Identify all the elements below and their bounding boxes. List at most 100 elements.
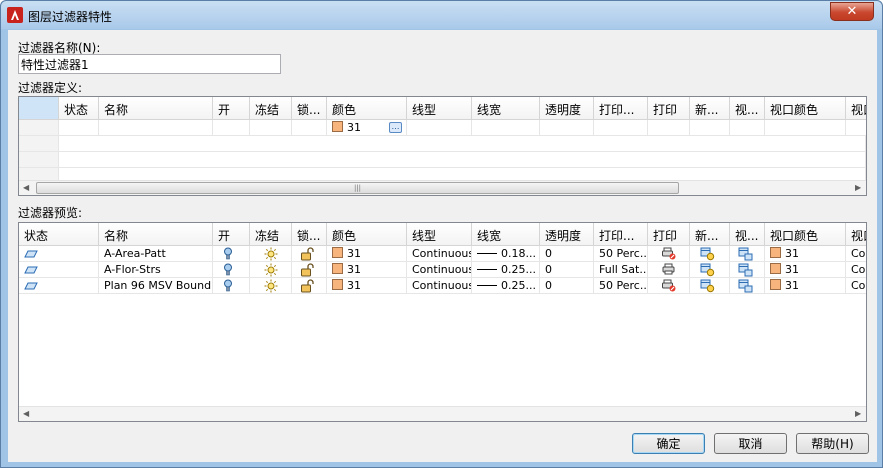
layer-vp-color-cell[interactable]: 31 xyxy=(765,262,846,278)
layer-transparency-cell[interactable]: 0 xyxy=(540,278,594,294)
scroll-right-icon[interactable]: ▶ xyxy=(855,409,861,418)
layer-color-cell[interactable]: 31 xyxy=(327,246,407,262)
filter-definition-grid[interactable]: 状态 名称开冻结 锁... 颜色 线型 线宽 透明度 打印... 打印 新... 视... 视口颜色视… xyxy=(18,96,867,196)
new-vp-freeze-icon[interactable] xyxy=(700,263,715,277)
layer-name-cell[interactable]: A-Flor-Strs xyxy=(99,262,213,278)
layer-color-cell[interactable]: 31 xyxy=(327,278,407,294)
definition-column-header[interactable]: 视口 xyxy=(846,97,866,120)
layer-lineweight-cell[interactable]: 0.18... xyxy=(472,246,540,262)
layer-status-icon[interactable] xyxy=(24,264,38,277)
layer-linetype-cell[interactable]: Continuous xyxy=(407,246,472,262)
layer-thaw-sun-icon-cell[interactable] xyxy=(250,262,292,278)
preview-column-header[interactable]: 透明度 xyxy=(540,223,594,246)
layer-unlock-icon[interactable] xyxy=(300,263,314,277)
layer-on-bulb-icon-cell[interactable] xyxy=(213,246,250,262)
layer-linetype-cell[interactable]: Continuous xyxy=(407,262,472,278)
def-vpcolor-cell[interactable] xyxy=(765,120,846,136)
layer-plot-style-cell[interactable]: 50 Perc... xyxy=(594,278,648,294)
definition-column-header[interactable]: 视... xyxy=(730,97,765,120)
preview-hscrollbar[interactable]: ◀ ▶ xyxy=(19,406,866,421)
filter-name-input[interactable] xyxy=(18,54,281,74)
scroll-left-icon[interactable]: ◀ xyxy=(23,409,29,418)
definition-column-header[interactable]: 线宽 xyxy=(472,97,540,120)
layer-status-icon-cell[interactable] xyxy=(19,278,99,294)
layer-lineweight-cell[interactable]: 0.25... xyxy=(472,278,540,294)
definition-column-header[interactable]: 新... xyxy=(690,97,730,120)
preview-column-header[interactable]: 打印 xyxy=(648,223,690,246)
def-lock-cell[interactable] xyxy=(292,120,327,136)
filter-preview-grid[interactable]: 状态 名称开冻结 锁... 颜色 线型 线宽 透明度 打印... 打印 新... 视... 视口颜色视… xyxy=(18,222,867,422)
preview-column-header[interactable]: 冻结 xyxy=(250,223,292,246)
def-freeze-cell[interactable] xyxy=(250,120,292,136)
layer-thaw-sun-icon-cell[interactable] xyxy=(250,246,292,262)
layer-unlock-icon[interactable] xyxy=(300,279,314,293)
def-newvp-cell[interactable] xyxy=(690,120,730,136)
new-vp-freeze-icon[interactable] xyxy=(700,247,715,261)
close-button[interactable]: ✕ xyxy=(830,2,874,21)
def-plot-cell[interactable] xyxy=(648,120,690,136)
preview-column-header[interactable]: 状态 xyxy=(19,223,99,246)
layer-thaw-sun-icon-cell[interactable] xyxy=(250,278,292,294)
layer-on-bulb-icon[interactable] xyxy=(223,247,233,261)
layer-unlock-icon-cell[interactable] xyxy=(292,278,327,294)
definition-column-header[interactable]: 透明度 xyxy=(540,97,594,120)
layer-row[interactable]: Plan 96 MSV Bound... 31 Continuous 0.25... 0… xyxy=(19,278,866,294)
printer-icon[interactable] xyxy=(662,263,676,277)
preview-column-header[interactable]: 开 xyxy=(213,223,250,246)
vp-freeze-icon[interactable] xyxy=(738,247,753,261)
new-vp-freeze-icon-cell[interactable] xyxy=(690,278,730,294)
new-vp-freeze-icon-cell[interactable] xyxy=(690,246,730,262)
printer-disabled-icon[interactable] xyxy=(662,247,676,261)
layer-status-icon-cell[interactable] xyxy=(19,262,99,278)
printer-disabled-icon[interactable] xyxy=(662,279,676,293)
preview-column-header[interactable]: 颜色 xyxy=(327,223,407,246)
def-name-cell[interactable] xyxy=(99,120,213,136)
preview-column-header[interactable]: 打印... xyxy=(594,223,648,246)
definition-column-header[interactable]: 冻结 xyxy=(250,97,292,120)
layer-on-bulb-icon[interactable] xyxy=(223,279,233,293)
layer-name-cell[interactable]: A-Area-Patt xyxy=(99,246,213,262)
color-browse-button[interactable]: … xyxy=(389,122,402,133)
def-linetype-cell[interactable] xyxy=(407,120,472,136)
layer-vp-color-cell[interactable]: 31 xyxy=(765,246,846,262)
definition-column-header[interactable]: 颜色 xyxy=(327,97,407,120)
preview-column-header[interactable]: 线型 xyxy=(407,223,472,246)
layer-row[interactable]: A-Flor-Strs 31 Continuous 0.25... 0 Full Sat.… xyxy=(19,262,866,278)
def-on-cell[interactable] xyxy=(213,120,250,136)
layer-on-bulb-icon-cell[interactable] xyxy=(213,262,250,278)
preview-column-header[interactable]: 视口 xyxy=(846,223,866,246)
vp-freeze-icon[interactable] xyxy=(738,263,753,277)
title-bar[interactable]: 图层过滤器特性 ✕ xyxy=(1,1,882,29)
def-vp-cell[interactable] xyxy=(846,120,866,136)
layer-thaw-sun-icon[interactable] xyxy=(264,279,278,293)
scroll-thumb[interactable]: ||| xyxy=(36,182,679,194)
definition-hscrollbar[interactable]: ◀ ||| ▶ xyxy=(19,180,866,195)
definition-column-header[interactable]: 名称 xyxy=(99,97,213,120)
def-plotstyle-cell[interactable] xyxy=(594,120,648,136)
definition-column-header[interactable]: 打印 xyxy=(648,97,690,120)
printer-disabled-icon-cell[interactable] xyxy=(648,278,690,294)
cancel-button[interactable]: 取消 xyxy=(714,433,787,454)
scroll-left-icon[interactable]: ◀ xyxy=(23,183,29,192)
definition-column-header[interactable]: 锁... xyxy=(292,97,327,120)
layer-status-icon[interactable] xyxy=(24,280,38,293)
layer-unlock-icon-cell[interactable] xyxy=(292,246,327,262)
preview-column-header[interactable]: 视口颜色 xyxy=(765,223,846,246)
layer-unlock-icon[interactable] xyxy=(300,247,314,261)
preview-column-header[interactable]: 锁... xyxy=(292,223,327,246)
vp-freeze-icon[interactable] xyxy=(738,279,753,293)
layer-status-icon[interactable] xyxy=(24,248,38,261)
layer-vp-linetype-cell[interactable]: Conti xyxy=(846,278,866,294)
definition-row[interactable]: 31 … xyxy=(19,120,866,136)
ok-button[interactable]: 确定 xyxy=(632,433,705,454)
layer-on-bulb-icon[interactable] xyxy=(223,263,233,277)
help-button[interactable]: 帮助(H) xyxy=(796,433,869,454)
layer-thaw-sun-icon[interactable] xyxy=(264,247,278,261)
scroll-right-icon[interactable]: ▶ xyxy=(855,183,861,192)
def-vpfreeze-cell[interactable] xyxy=(730,120,765,136)
layer-status-icon-cell[interactable] xyxy=(19,246,99,262)
layer-plot-style-cell[interactable]: 50 Perc... xyxy=(594,246,648,262)
printer-disabled-icon-cell[interactable] xyxy=(648,246,690,262)
layer-transparency-cell[interactable]: 0 xyxy=(540,262,594,278)
definition-column-header[interactable] xyxy=(19,97,59,120)
